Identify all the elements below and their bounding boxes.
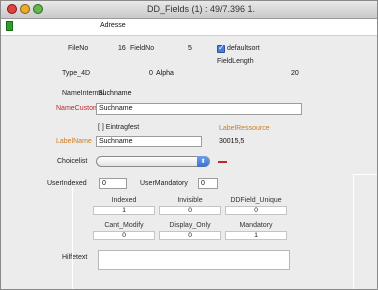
minimize-window-icon[interactable] xyxy=(20,4,30,14)
namecustom-label: NameCustom xyxy=(56,105,99,112)
type4d-value: 0 xyxy=(149,70,153,77)
layout-guide-line xyxy=(353,174,377,175)
zoom-window-icon[interactable] xyxy=(33,4,43,14)
defaultsort-label: defaultsort xyxy=(227,45,260,52)
flag-mandatory-label: Mandatory xyxy=(239,222,273,229)
hilfetext-label: Hilfetext xyxy=(62,254,88,261)
defaultsort-checkbox[interactable] xyxy=(217,43,225,53)
fieldlength-value: 20 xyxy=(291,70,299,77)
fileno-label: FileNo xyxy=(68,45,89,52)
record-header: Adresse xyxy=(1,19,377,36)
labelressource-value: 30015,5 xyxy=(219,138,245,145)
flag-cantmodify-value[interactable]: 0 xyxy=(93,231,155,240)
usermandatory-field[interactable]: 0 xyxy=(198,178,218,189)
type4d-label: Type_4D xyxy=(62,70,91,77)
layout-guide-line xyxy=(353,174,354,289)
nameinternal-value: Suchname xyxy=(98,90,132,97)
fieldno-label: FieldNo xyxy=(130,45,155,52)
choicelist-label: Choicelist xyxy=(57,158,88,165)
flag-invisible-label: Invisible xyxy=(177,197,203,204)
hilfetext-field[interactable] xyxy=(98,250,290,270)
fieldlength-label: FieldLength xyxy=(217,58,254,65)
window-title: DD_Fields (1) : 49/7.396 1. xyxy=(146,4,256,14)
flag-indexed-label: Indexed xyxy=(111,197,137,204)
flag-cantmodify-label: Cant_Modify xyxy=(104,222,144,229)
flag-unique-label: DDField_Unique xyxy=(230,197,282,204)
namecustom-field[interactable]: Suchname xyxy=(96,103,302,115)
flag-invisible-value[interactable]: 0 xyxy=(159,206,221,215)
flag-displayonly-label: Display_Only xyxy=(169,222,211,229)
close-window-icon[interactable] xyxy=(7,4,17,14)
flag-unique-value[interactable]: 0 xyxy=(225,206,287,215)
fieldno-value: 5 xyxy=(188,45,192,52)
fileno-value: 16 xyxy=(118,45,126,52)
layout-guide-line xyxy=(72,187,73,289)
userindexed-label: UserIndexed xyxy=(47,180,87,187)
window: DD_Fields (1) : 49/7.396 1. Adresse File… xyxy=(0,0,378,290)
table-name: Adresse xyxy=(100,22,126,29)
choicelist-popup[interactable]: ⬍ xyxy=(96,156,210,167)
eintragfest-label[interactable]: [ ] Eintragfest xyxy=(98,124,139,131)
usermandatory-label: UserMandatory xyxy=(140,180,188,187)
userindexed-field[interactable]: 0 xyxy=(99,178,127,189)
flag-displayonly-value[interactable]: 0 xyxy=(159,231,221,240)
labelressource-label: LabelRessource xyxy=(219,125,270,132)
labelname-label: LabelName xyxy=(56,138,92,145)
flag-indexed-value[interactable]: 1 xyxy=(93,206,155,215)
choicelist-red-marker xyxy=(218,161,227,163)
flag-mandatory-value[interactable]: 1 xyxy=(225,231,287,240)
status-indicator-icon xyxy=(6,21,13,31)
type-alpha-value: Alpha xyxy=(156,70,174,77)
title-bar: DD_Fields (1) : 49/7.396 1. xyxy=(1,1,377,19)
labelname-field[interactable]: Suchname xyxy=(96,136,202,147)
popup-arrows-icon: ⬍ xyxy=(197,156,209,167)
